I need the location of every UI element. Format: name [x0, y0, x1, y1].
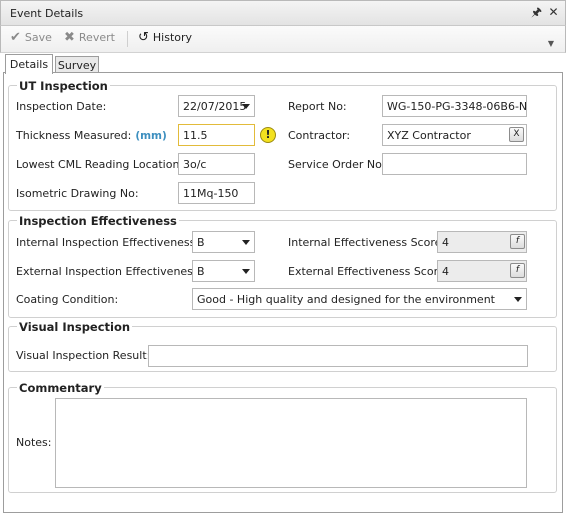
internal-score-formula-button[interactable]: f	[510, 234, 525, 249]
contractor-input[interactable]: XYZ Contractor	[382, 124, 527, 146]
close-icon[interactable]: ✕	[548, 6, 559, 19]
tab-survey-label: Survey	[57, 59, 97, 72]
window-title: Event Details	[10, 7, 84, 20]
external-effectiveness-value: B	[197, 265, 205, 278]
dropdown-arrow-icon	[242, 104, 250, 109]
thickness-label-text: Thickness Measured:	[16, 129, 132, 142]
report-no-label: Report No:	[288, 100, 347, 113]
external-score-formula-button[interactable]: f	[510, 263, 525, 278]
external-score-value: 4	[442, 265, 449, 278]
tab-details-label: Details	[9, 58, 49, 71]
save-label: Save	[24, 31, 52, 44]
coating-condition-label: Coating Condition:	[16, 293, 119, 306]
internal-effectiveness-select[interactable]: B	[192, 231, 255, 253]
inspection-date-picker[interactable]: 22/07/2015	[178, 95, 255, 117]
external-effectiveness-select[interactable]: B	[192, 260, 255, 282]
effectiveness-legend: Inspection Effectiveness	[17, 214, 179, 228]
lowest-cml-input[interactable]: 3o/c	[178, 153, 255, 175]
notes-textarea[interactable]	[55, 398, 527, 488]
inspection-date-value: 22/07/2015	[183, 100, 247, 113]
visual-inspection-legend: Visual Inspection	[17, 320, 133, 334]
internal-score-value: 4	[442, 236, 449, 249]
history-clock-icon: ↺	[138, 30, 149, 45]
toolbar-separator	[127, 31, 128, 47]
title-bar: Event Details 🖈 ✕	[0, 0, 566, 26]
contractor-value: XYZ Contractor	[387, 129, 471, 142]
coating-condition-select[interactable]: Good - High quality and designed for the…	[192, 288, 527, 310]
isometric-label: Isometric Drawing No:	[16, 187, 139, 200]
report-no-input[interactable]: WG-150-PG-3348-06B6-N	[382, 95, 527, 117]
internal-effectiveness-label: Internal Inspection Effectiveness:	[16, 236, 200, 249]
tab-survey[interactable]: Survey	[55, 56, 99, 73]
ut-inspection-legend: UT Inspection	[17, 79, 110, 93]
inspection-date-label: Inspection Date:	[16, 100, 107, 113]
visual-result-label: Visual Inspection Result:	[16, 349, 151, 362]
history-button[interactable]: ↺ History	[138, 31, 192, 44]
thickness-input[interactable]: 11.5	[178, 124, 255, 146]
tab-details[interactable]: Details	[5, 54, 53, 74]
service-order-label: Service Order No:	[288, 158, 386, 171]
thickness-label: Thickness Measured: (mm)	[16, 129, 167, 142]
toolbar: ✔ Save ✖ Revert ↺ History ▼	[0, 26, 566, 53]
history-label: History	[152, 31, 193, 44]
external-effectiveness-label: External Inspection Effectiveness:	[16, 265, 203, 278]
visual-result-input[interactable]	[148, 345, 528, 367]
contractor-clear-button[interactable]: X	[509, 127, 524, 142]
save-button[interactable]: ✔ Save	[10, 31, 52, 44]
checkmark-icon: ✔	[10, 30, 21, 45]
dropdown-arrow-icon	[242, 240, 250, 245]
contractor-label: Contractor:	[288, 129, 351, 142]
coating-condition-value: Good - High quality and designed for the…	[197, 293, 495, 306]
external-score-label: External Effectiveness Score:	[288, 265, 449, 278]
notes-label: Notes:	[16, 436, 52, 449]
internal-effectiveness-value: B	[197, 236, 205, 249]
commentary-legend: Commentary	[17, 381, 104, 395]
toolbar-overflow-icon[interactable]: ▼	[548, 39, 554, 48]
dropdown-arrow-icon	[514, 297, 522, 302]
revert-label: Revert	[78, 31, 115, 44]
x-mark-icon: ✖	[64, 30, 75, 45]
isometric-input[interactable]: 11Mq-150	[178, 182, 255, 204]
pin-icon[interactable]: 🖈	[531, 6, 542, 19]
warning-icon: !	[260, 127, 276, 143]
thickness-unit: (mm)	[135, 130, 167, 142]
dropdown-arrow-icon	[242, 269, 250, 274]
revert-button[interactable]: ✖ Revert	[64, 31, 115, 44]
service-order-input[interactable]	[382, 153, 527, 175]
lowest-cml-label: Lowest CML Reading Location:	[16, 158, 184, 171]
internal-score-label: Internal Effectiveness Score:	[288, 236, 446, 249]
